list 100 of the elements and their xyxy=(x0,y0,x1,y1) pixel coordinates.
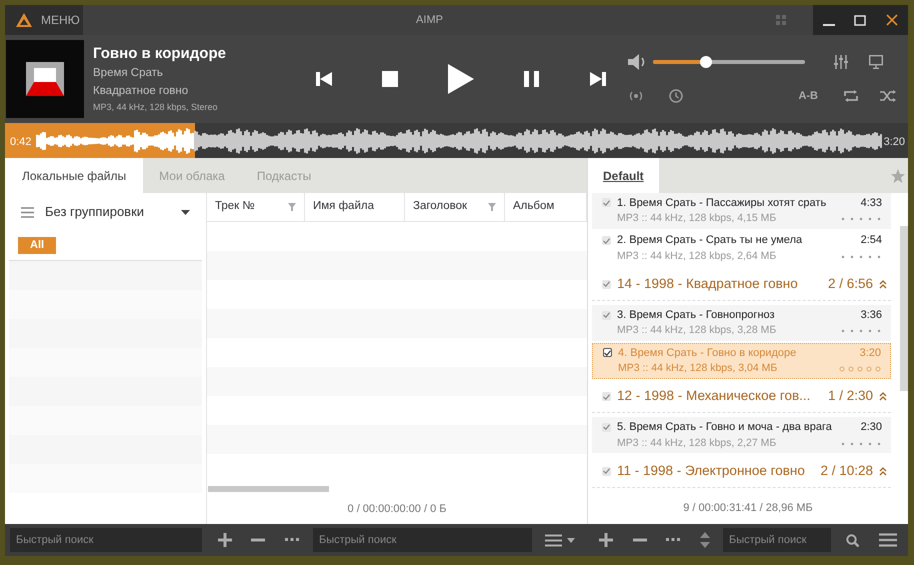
horizontal-scrollbar[interactable] xyxy=(208,486,329,492)
checkbox[interactable] xyxy=(602,466,611,476)
format-info: MP3, 44 kHz, 128 kbps, Stereo xyxy=(93,101,219,114)
checkbox[interactable] xyxy=(602,422,611,432)
caret-icon[interactable] xyxy=(567,538,575,542)
check-icon xyxy=(604,350,611,356)
track-info: MP3 :: 44 kHz, 128 kbps, 3,04 МБ xyxy=(618,361,778,376)
rating-dots-icon[interactable] xyxy=(840,440,882,447)
checkbox[interactable] xyxy=(603,348,612,358)
clock-icon[interactable] xyxy=(669,89,683,103)
group-summary: 2 / 6:56 xyxy=(828,275,873,294)
track-name: 5. Время Срать - Говно и моча - два врага xyxy=(617,420,833,436)
grouping-dropdown[interactable]: Без группировки xyxy=(5,193,206,231)
track-duration: 3:20 xyxy=(860,346,881,361)
collapse-icon[interactable] xyxy=(879,392,887,402)
caret-icon xyxy=(181,210,190,214)
menu-icon[interactable] xyxy=(879,533,897,547)
check-icon xyxy=(603,238,610,244)
check-icon xyxy=(603,200,610,206)
search-icon[interactable] xyxy=(846,534,859,546)
broadcast-icon[interactable] xyxy=(628,90,644,102)
elapsed-time: 0:42 xyxy=(10,135,32,150)
waveform-seekbar[interactable]: 0:42 3:20 xyxy=(5,123,908,158)
search-field[interactable]: Быстрый поиск xyxy=(10,528,202,552)
vertical-scrollbar[interactable] xyxy=(900,226,908,391)
monitor-icon[interactable] xyxy=(869,54,883,69)
rating-dots-icon[interactable] xyxy=(840,328,882,334)
ab-repeat-button[interactable]: A-B xyxy=(798,88,818,104)
checkbox[interactable] xyxy=(602,198,611,208)
playlist-status: 9 / 00:00:31:41 / 28,96 МБ xyxy=(683,500,813,516)
group-title: 11 - 1998 - Электронное говно xyxy=(617,462,806,480)
search-field[interactable]: Быстрый поиск xyxy=(723,528,831,552)
check-icon xyxy=(603,468,610,474)
track-info: MP3 :: 44 kHz, 128 kbps, 2,27 МБ xyxy=(617,436,778,451)
rating-dots-icon[interactable] xyxy=(839,366,881,372)
playlist-track[interactable]: 1. Время Срать - Пассажиры хотят срать 4:33 MP3 :: 44 kHz, 128 kbps, 4,15 МБ xyxy=(592,193,891,229)
library-tab[interactable]: Локальные файлы xyxy=(5,158,144,193)
repeat-icon[interactable] xyxy=(844,90,858,102)
filter-icon[interactable] xyxy=(488,203,496,211)
track-name: 3. Время Срать - Говнопрогноз xyxy=(617,308,776,323)
filter-icon[interactable] xyxy=(288,203,296,211)
playlist-track[interactable]: 3. Время Срать - Говнопрогноз 3:36 MP3 :: 44 kHz, 128 kbps, 3,28 МБ xyxy=(592,305,891,341)
track-title: Говно в коридоре xyxy=(93,44,227,64)
track-info: MP3 :: 44 kHz, 128 kbps, 4,15 МБ xyxy=(617,211,778,226)
window-title: AIMP xyxy=(416,12,443,28)
menu-button[interactable]: МЕНЮ xyxy=(5,5,83,35)
column-header[interactable]: Имя файла xyxy=(305,193,405,221)
logo-icon xyxy=(15,12,33,28)
add-icon[interactable] xyxy=(599,533,613,547)
menu-icon xyxy=(21,206,34,218)
group-summary: 2 / 10:28 xyxy=(820,462,873,480)
shuffle-icon[interactable] xyxy=(880,90,896,102)
check-icon xyxy=(603,394,610,400)
track-info: MP3 :: 44 kHz, 128 kbps, 3,28 МБ xyxy=(617,323,778,338)
next-button[interactable] xyxy=(590,71,606,87)
add-icon[interactable] xyxy=(218,533,232,547)
collapse-icon[interactable] xyxy=(879,466,887,476)
list-menu-icon[interactable] xyxy=(545,534,562,546)
check-icon xyxy=(603,312,610,318)
rating-dots-icon[interactable] xyxy=(840,254,882,260)
checkbox[interactable] xyxy=(602,236,611,246)
star-icon[interactable] xyxy=(891,168,905,182)
group-header[interactable]: 11 - 1998 - Электронное говно 2 / 10:28 xyxy=(592,455,891,488)
playlist-track[interactable]: 5. Время Срать - Говно и моча - два врага 2:30 MP3 :: 44 kHz, 128 kbps, 2,27 МБ xyxy=(592,417,891,454)
collapse-icon[interactable] xyxy=(879,280,887,289)
check-icon xyxy=(603,424,610,430)
track-name: 1. Время Срать - Пассажиры хотят срать xyxy=(617,196,828,211)
group-header[interactable]: 14 - 1998 - Квадратное говно 2 / 6:56 xyxy=(592,268,891,302)
group-header[interactable]: 12 - 1998 - Механическое гов... 1 / 2:30 xyxy=(592,380,891,414)
checkbox[interactable] xyxy=(602,392,611,402)
search-field[interactable]: Быстрый поиск xyxy=(313,528,532,552)
group-title: 12 - 1998 - Механическое гов... xyxy=(617,387,812,406)
pause-button[interactable] xyxy=(524,71,540,87)
check-icon xyxy=(603,281,610,288)
checkbox[interactable] xyxy=(602,310,611,320)
track-duration: 2:54 xyxy=(860,233,882,248)
group-title: 14 - 1998 - Квадратное говно xyxy=(617,275,799,294)
column-header[interactable]: Трек № xyxy=(207,193,305,221)
track-name: 4. Время Срать - Говно в коридоре xyxy=(618,346,798,361)
track-duration: 2:30 xyxy=(860,420,882,436)
group-summary: 1 / 2:30 xyxy=(828,387,873,406)
library-status: 0 / 00:00:00:00 / 0 Б xyxy=(348,502,446,517)
track-duration: 4:33 xyxy=(860,196,882,211)
artist-name: Время Срать xyxy=(93,66,164,81)
previous-button[interactable] xyxy=(316,71,332,87)
track-duration: 3:36 xyxy=(860,308,882,323)
rating-dots-icon[interactable] xyxy=(840,216,882,222)
column-header[interactable]: Альбом xyxy=(505,193,587,221)
equalizer-icon[interactable] xyxy=(834,54,848,69)
maximize-icon[interactable] xyxy=(854,14,866,26)
close-icon[interactable] xyxy=(886,14,898,26)
album-name: Квадратное говно xyxy=(93,84,190,99)
play-button[interactable] xyxy=(448,64,474,94)
playlist-tab[interactable]: Default xyxy=(588,158,659,193)
volume-thumb[interactable] xyxy=(700,56,712,68)
speaker-icon[interactable] xyxy=(628,54,646,70)
column-header[interactable]: Заголовок xyxy=(405,193,505,221)
track-name: 2. Время Срать - Срать ты не умела xyxy=(617,233,804,248)
checkbox[interactable] xyxy=(602,280,611,289)
move-updown-icon[interactable] xyxy=(700,532,710,548)
